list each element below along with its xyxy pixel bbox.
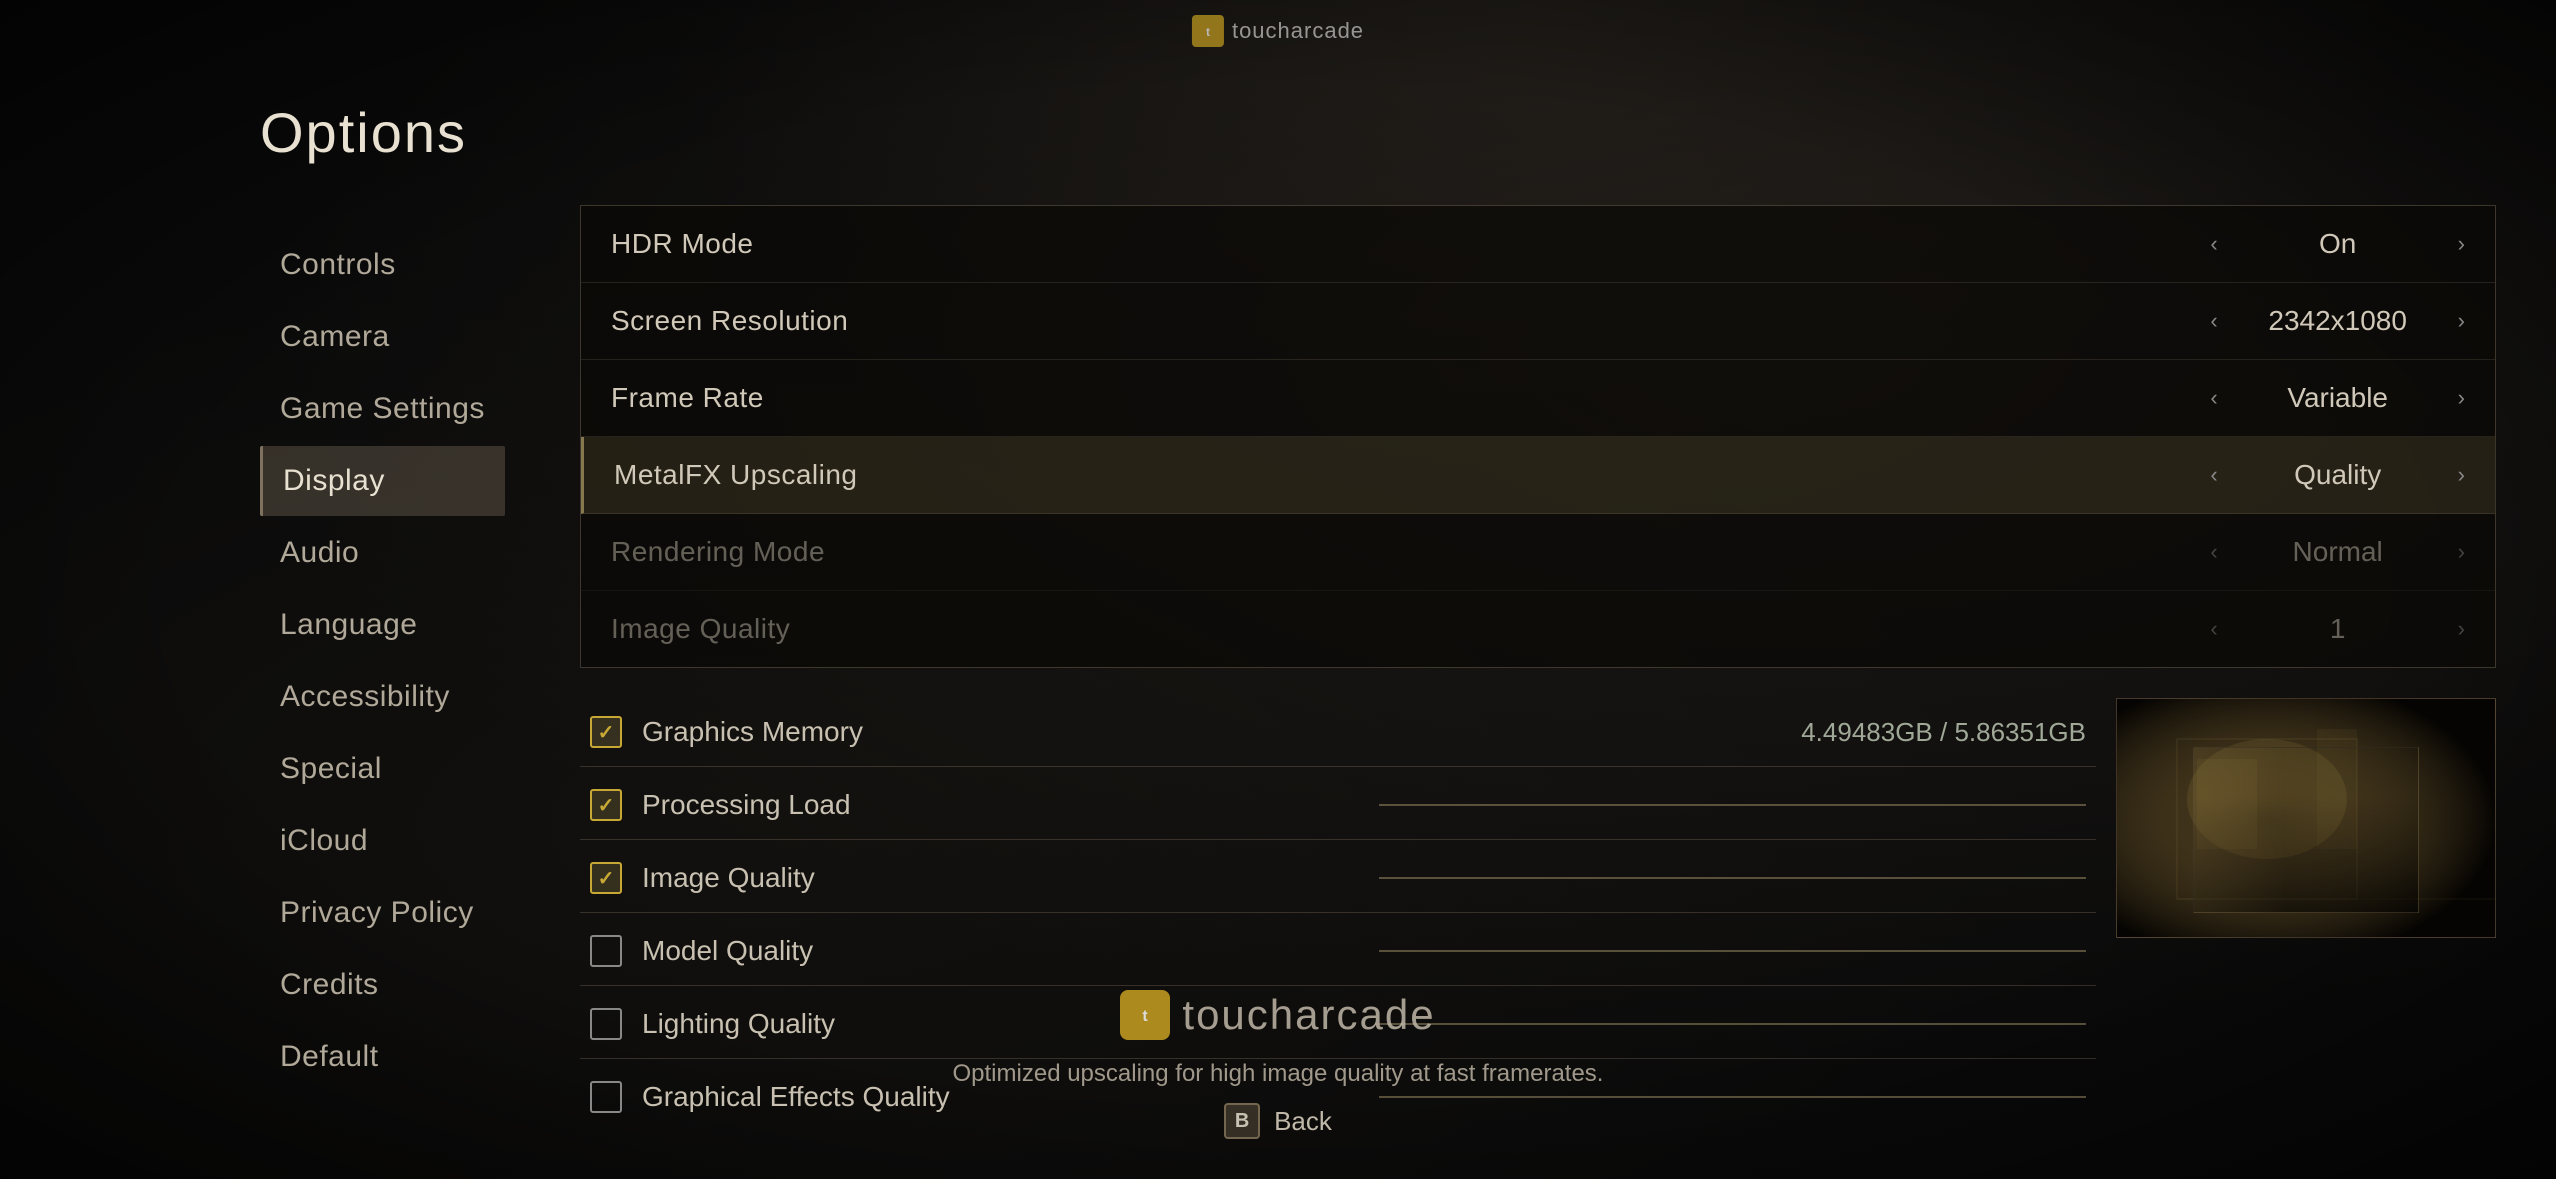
framerate-value: Variable xyxy=(2238,382,2438,414)
settings-row-metalfx[interactable]: MetalFX Upscaling ‹ Quality › xyxy=(581,437,2495,514)
back-label: Back xyxy=(1274,1106,1332,1137)
settings-row-rendering: Rendering Mode ‹ Normal › xyxy=(581,514,2495,591)
rendering-chevron-right: › xyxy=(2458,539,2465,565)
watermark-top: t toucharcade xyxy=(1192,15,1364,47)
sidebar-item-display[interactable]: Display xyxy=(260,446,505,516)
watermark-bottom: t toucharcade xyxy=(1120,990,1435,1040)
resolution-chevron-left[interactable]: ‹ xyxy=(2210,308,2217,334)
back-button-row: B Back xyxy=(1224,1103,1332,1139)
metalfx-label: MetalFX Upscaling xyxy=(614,459,2210,491)
settings-row-framerate[interactable]: Frame Rate ‹ Variable › xyxy=(581,360,2495,437)
sidebar-item-game-settings[interactable]: Game Settings xyxy=(260,374,505,444)
framerate-chevron-right[interactable]: › xyxy=(2458,385,2465,411)
sidebar-item-camera[interactable]: Camera xyxy=(260,302,505,372)
sidebar-item-privacy-policy[interactable]: Privacy Policy xyxy=(260,878,505,948)
model-quality-label: Model Quality xyxy=(642,935,1349,967)
rendering-value: Normal xyxy=(2238,536,2438,568)
processing-load-checkbox[interactable] xyxy=(590,789,622,821)
b-badge: B xyxy=(1224,1103,1260,1139)
rendering-control: ‹ Normal › xyxy=(2210,536,2465,568)
metalfx-chevron-left[interactable]: ‹ xyxy=(2210,462,2217,488)
image-quality-checkbox[interactable] xyxy=(590,862,622,894)
watermark-top-text: toucharcade xyxy=(1232,18,1364,44)
hdr-label: HDR Mode xyxy=(611,228,2210,260)
resolution-label: Screen Resolution xyxy=(611,305,2210,337)
metalfx-value: Quality xyxy=(2238,459,2438,491)
rendering-chevron-left: ‹ xyxy=(2210,539,2217,565)
framerate-chevron-left[interactable]: ‹ xyxy=(2210,385,2217,411)
resolution-control[interactable]: ‹ 2342x1080 › xyxy=(2210,305,2465,337)
graphics-memory-label: Graphics Memory xyxy=(642,716,863,748)
preview-image xyxy=(2116,698,2496,938)
image-quality-label: Image Quality xyxy=(642,862,1349,894)
graphics-memory-checkbox[interactable] xyxy=(590,716,622,748)
image-quality-bar xyxy=(1379,877,2086,879)
resolution-chevron-right[interactable]: › xyxy=(2458,308,2465,334)
imagequality-top-label: Image Quality xyxy=(611,613,2210,645)
model-quality-checkbox[interactable] xyxy=(590,935,622,967)
checkbox-row-image-quality[interactable]: Image Quality xyxy=(580,844,2096,913)
sidebar-item-icloud[interactable]: iCloud xyxy=(260,806,505,876)
resolution-value: 2342x1080 xyxy=(2238,305,2438,337)
hdr-chevron-right[interactable]: › xyxy=(2458,231,2465,257)
settings-row-resolution[interactable]: Screen Resolution ‹ 2342x1080 › xyxy=(581,283,2495,360)
framerate-control[interactable]: ‹ Variable › xyxy=(2210,382,2465,414)
ta-logo-icon: t xyxy=(1192,15,1224,47)
sidebar-item-controls[interactable]: Controls xyxy=(260,230,505,300)
hint-text: Optimized upscaling for high image quali… xyxy=(953,1060,1604,1088)
svg-text:t: t xyxy=(1206,25,1210,39)
imagequality-top-chevron-right: › xyxy=(2458,616,2465,642)
processing-load-label: Processing Load xyxy=(642,789,1349,821)
ta-logo-bottom: t xyxy=(1120,990,1170,1040)
imagequality-top-chevron-left: ‹ xyxy=(2210,616,2217,642)
settings-row-hdr[interactable]: HDR Mode ‹ On › xyxy=(581,206,2495,283)
hdr-control[interactable]: ‹ On › xyxy=(2210,228,2465,260)
sidebar-item-special[interactable]: Special xyxy=(260,734,505,804)
framerate-label: Frame Rate xyxy=(611,382,2210,414)
page-title: Options xyxy=(260,100,2556,165)
hdr-chevron-left[interactable]: ‹ xyxy=(2210,231,2217,257)
metalfx-control[interactable]: ‹ Quality › xyxy=(2210,459,2465,491)
imagequality-top-control: ‹ 1 › xyxy=(2210,613,2465,645)
sidebar-item-accessibility[interactable]: Accessibility xyxy=(260,662,505,732)
metalfx-chevron-right[interactable]: › xyxy=(2458,462,2465,488)
sidebar-item-audio[interactable]: Audio xyxy=(260,518,505,588)
sidebar-item-language[interactable]: Language xyxy=(260,590,505,660)
model-quality-bar xyxy=(1379,950,2086,952)
sidebar-nav: Controls Camera Game Settings Display Au… xyxy=(260,230,505,1092)
checkbox-row-processing-load[interactable]: Processing Load xyxy=(580,771,2096,840)
rendering-label: Rendering Mode xyxy=(611,536,2210,568)
settings-list: HDR Mode ‹ On › Screen Resolution ‹ 2342… xyxy=(580,205,2496,668)
bottom-section: t toucharcade Optimized upscaling for hi… xyxy=(0,990,2556,1179)
memory-info-row: Graphics Memory 4.49483GB / 5.86351GB xyxy=(580,698,2096,767)
checkbox-row-model-quality[interactable]: Model Quality xyxy=(580,917,2096,986)
svg-text:t: t xyxy=(1143,1008,1149,1025)
graphics-memory-value: 4.49483GB / 5.86351GB xyxy=(1801,717,2086,748)
hdr-value: On xyxy=(2238,228,2438,260)
settings-row-imagequality-top: Image Quality ‹ 1 › xyxy=(581,591,2495,667)
watermark-bottom-text: toucharcade xyxy=(1182,991,1435,1039)
processing-load-bar xyxy=(1379,804,2086,806)
imagequality-top-value: 1 xyxy=(2238,613,2438,645)
